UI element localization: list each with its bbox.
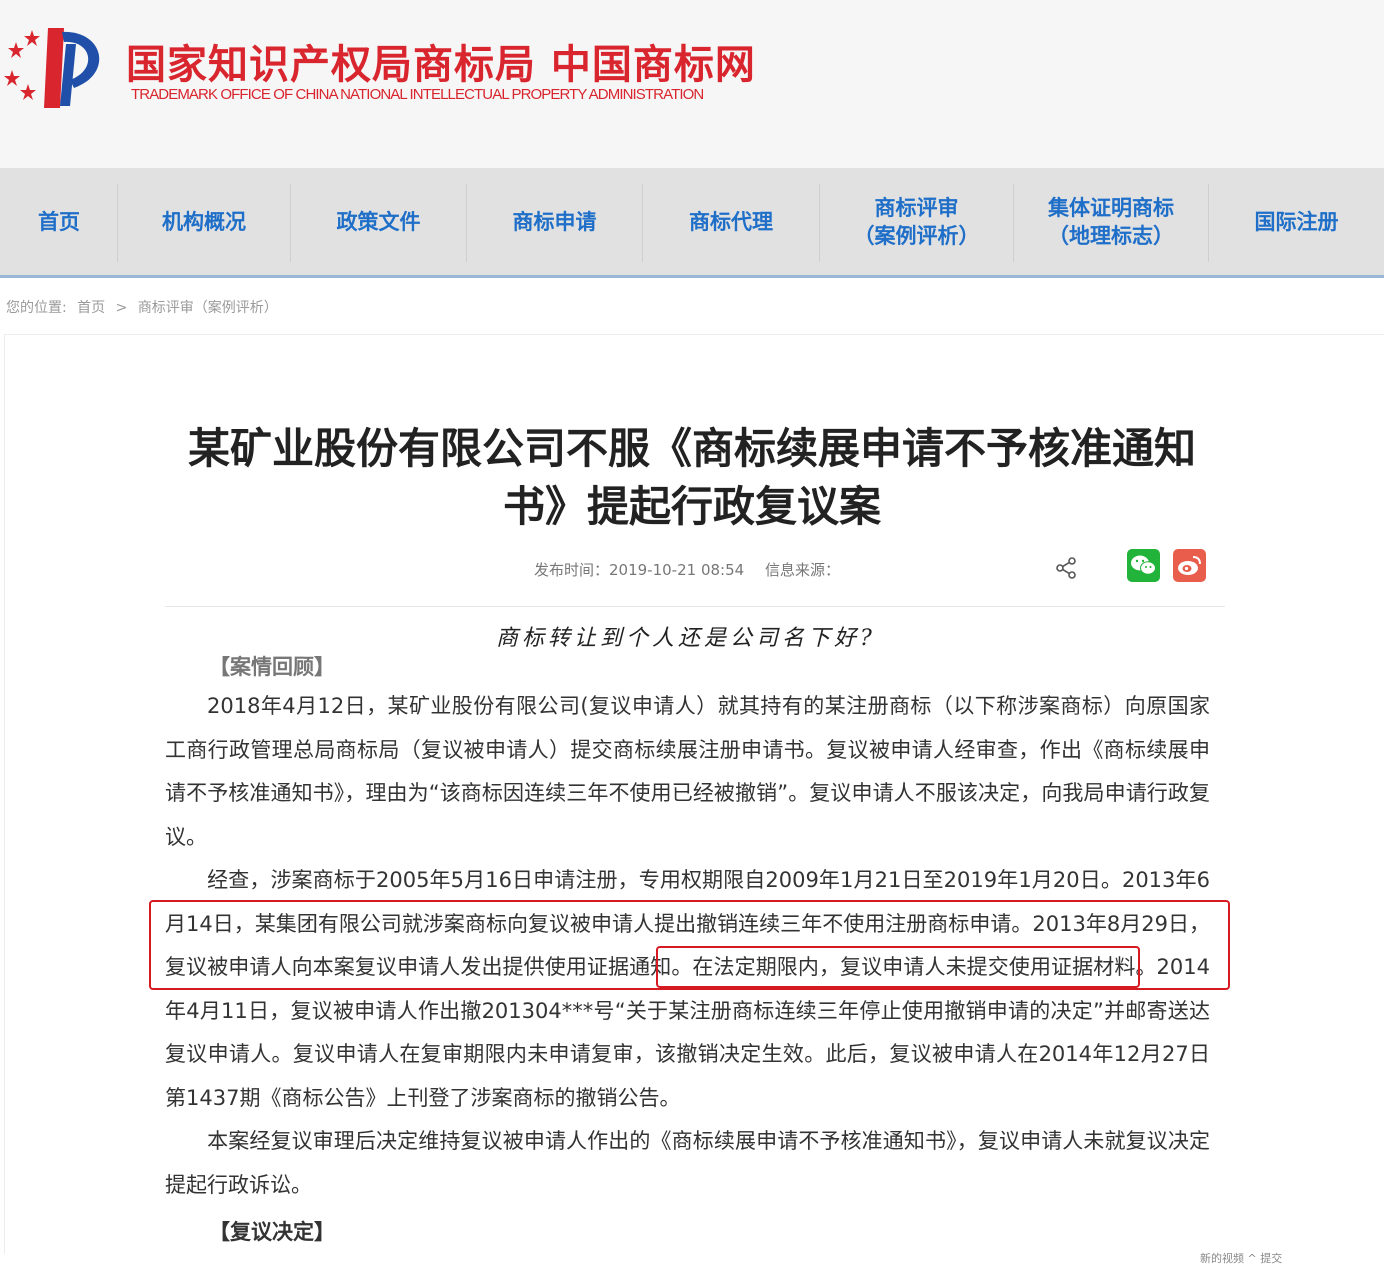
nav-item-policy[interactable]: 政策文件 bbox=[291, 168, 466, 275]
nav-label: 商标代理 bbox=[689, 209, 773, 234]
article-title: 某矿业股份有限公司不服《商标续展申请不予核准通知书》提起行政复议案 bbox=[187, 424, 1196, 531]
nav-item-about[interactable]: 机构概况 bbox=[118, 168, 290, 275]
meta-divider bbox=[165, 606, 1225, 607]
main-nav: 首页 机构概况 政策文件 商标申请 商标代理 商标评审 （案例评析） 集体证明商… bbox=[0, 168, 1384, 278]
nav-item-review[interactable]: 商标评审 （案例评析） bbox=[820, 168, 1013, 275]
nav-label: 商标申请 bbox=[512, 209, 597, 234]
nav-label: 商标评审 bbox=[874, 195, 959, 220]
publish-time: 发布时间：2019-10-21 08:54 bbox=[534, 561, 745, 579]
breadcrumb: 您的位置: 首页 > 商标评审（案例评析） bbox=[6, 297, 284, 317]
paragraph-text: 本案经复议审理后决定维持复议被申请人作出的《商标续展申请不予核准通知书》，复议申… bbox=[165, 1129, 1210, 1197]
share-icon[interactable] bbox=[1054, 556, 1078, 580]
section-heading-decision: 【复议决定】 bbox=[209, 1220, 335, 1244]
handwritten-annotation: 商标转让到个人还是公司名下好? bbox=[496, 626, 876, 651]
article-meta: 发布时间：2019-10-21 08:54 信息来源： bbox=[534, 559, 856, 580]
site-title: 国家知识产权局商标局 中国商标网 bbox=[126, 41, 756, 88]
nav-label: 集体证明商标 bbox=[1048, 195, 1174, 220]
breadcrumb-separator: > bbox=[115, 300, 128, 316]
nav-label: 国际注册 bbox=[1254, 209, 1339, 234]
paragraph-text: 2018年4月12日，某矿业股份有限公司(复议申请人）就其持有的某注册商标（以下… bbox=[165, 694, 1210, 849]
site-subtitle: TRADEMARK OFFICE OF CHINA NATIONAL INTEL… bbox=[131, 86, 704, 103]
weibo-icon[interactable] bbox=[1173, 549, 1206, 582]
nav-label: 机构概况 bbox=[162, 209, 246, 234]
article-paragraph: 2018年4月12日，某矿业股份有限公司(复议申请人）就其持有的某注册商标（以下… bbox=[165, 685, 1210, 859]
site-header: 国家知识产权局商标局 中国商标网 TRADEMARK OFFICE OF CHI… bbox=[0, 0, 1384, 168]
highlight-box-inner bbox=[656, 946, 1140, 988]
wechat-icon[interactable] bbox=[1127, 549, 1160, 582]
nav-label: 首页 bbox=[38, 209, 80, 234]
trademark-office-logo[interactable] bbox=[4, 22, 116, 114]
nav-item-application[interactable]: 商标申请 bbox=[467, 168, 642, 275]
nav-label: 政策文件 bbox=[336, 209, 421, 234]
breadcrumb-prefix: 您的位置: bbox=[6, 300, 67, 316]
section-heading-case-review: 【案情回顾】 bbox=[209, 655, 335, 679]
nav-item-international[interactable]: 国际注册 bbox=[1209, 168, 1384, 275]
nav-item-collective[interactable]: 集体证明商标 （地理标志） bbox=[1014, 168, 1208, 275]
breadcrumb-home-link[interactable]: 首页 bbox=[77, 300, 105, 316]
nav-sublabel: （地理标志） bbox=[1048, 223, 1174, 248]
nav-item-agency[interactable]: 商标代理 bbox=[643, 168, 819, 275]
bottom-toolbar: 新的视频 ^ 提交 bbox=[1200, 1252, 1283, 1265]
article-paragraph: 本案经复议审理后决定维持复议被申请人作出的《商标续展申请不予核准通知书》，复议申… bbox=[165, 1120, 1210, 1207]
breadcrumb-current-link[interactable]: 商标评审（案例评析） bbox=[138, 300, 278, 316]
nav-sublabel: （案例评析） bbox=[853, 223, 980, 248]
source-label: 信息来源： bbox=[764, 561, 840, 579]
nav-item-home[interactable]: 首页 bbox=[0, 168, 118, 275]
